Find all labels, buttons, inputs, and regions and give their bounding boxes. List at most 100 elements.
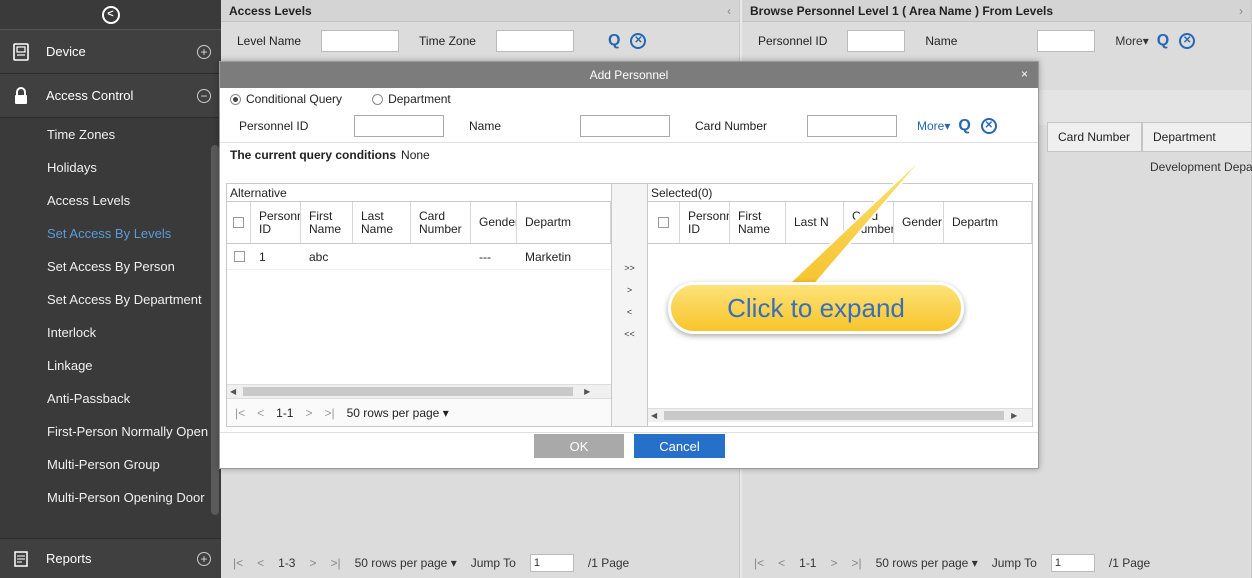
time-zone-input[interactable] bbox=[495, 30, 574, 52]
ok-button[interactable]: OK bbox=[534, 434, 624, 458]
personnel-id-label: Personnel ID bbox=[239, 119, 309, 133]
horizontal-scrollbar[interactable]: ◀ ▶ bbox=[648, 408, 1032, 422]
clear-icon[interactable]: ✕ bbox=[1179, 33, 1196, 49]
rows-per-page-select[interactable]: 50 rows per page ▾ bbox=[347, 406, 449, 420]
sidebar-item-time-zones[interactable]: Time Zones bbox=[0, 118, 221, 151]
cancel-button[interactable]: Cancel bbox=[634, 434, 725, 458]
sidebar-items: Time Zones Holidays Access Levels Set Ac… bbox=[0, 118, 221, 514]
last-page-button[interactable]: >| bbox=[852, 556, 862, 570]
next-page-button[interactable]: > bbox=[309, 556, 316, 570]
scroll-left-icon[interactable]: ◀ bbox=[648, 411, 660, 420]
column-header-personnel-id[interactable]: Personnel ID bbox=[251, 202, 301, 243]
sidebar-scrollbar[interactable] bbox=[211, 145, 219, 515]
expand-icon[interactable]: + bbox=[197, 44, 211, 59]
first-page-button[interactable]: |< bbox=[235, 406, 245, 420]
move-left-button[interactable]: < bbox=[616, 302, 643, 322]
column-header-personnel-id[interactable]: Personnel ID bbox=[680, 202, 730, 243]
column-header-card-number[interactable]: Card Number bbox=[411, 202, 471, 243]
reports-icon bbox=[10, 548, 32, 570]
sidebar-item-first-person-normally-open[interactable]: First-Person Normally Open bbox=[0, 415, 221, 448]
move-all-right-button[interactable]: >> bbox=[616, 258, 643, 278]
search-icon[interactable]: Q bbox=[958, 117, 970, 135]
table-row[interactable]: 1 abc --- Marketing bbox=[227, 244, 611, 270]
rows-per-page-select[interactable]: 50 rows per page ▾ bbox=[355, 556, 457, 570]
column-header-first-name[interactable]: First Name bbox=[730, 202, 786, 243]
prev-page-button[interactable]: < bbox=[778, 556, 785, 570]
column-header-gender[interactable]: Gender bbox=[471, 202, 517, 243]
column-header-department[interactable]: Department bbox=[1142, 122, 1252, 152]
personnel-id-input[interactable] bbox=[354, 115, 444, 137]
dialog-title: Add Personnel bbox=[589, 68, 669, 82]
name-input[interactable] bbox=[1037, 30, 1096, 52]
sidebar-section-label: Device bbox=[46, 44, 86, 59]
column-header-department[interactable]: Departm bbox=[944, 202, 1032, 243]
personnel-id-input[interactable] bbox=[847, 30, 906, 52]
scroll-thumb[interactable] bbox=[243, 387, 574, 396]
page-total: /1 Page bbox=[1108, 556, 1151, 570]
query-mode-group: Conditional Query Department bbox=[220, 88, 1038, 110]
scroll-right-icon[interactable]: ▶ bbox=[1008, 411, 1020, 420]
search-icon[interactable]: Q bbox=[1157, 32, 1169, 50]
close-icon[interactable]: × bbox=[1021, 67, 1028, 81]
sidebar-item-set-access-by-department[interactable]: Set Access By Department bbox=[0, 283, 221, 316]
conditional-query-radio[interactable]: Conditional Query bbox=[230, 92, 342, 106]
chevron-right-icon[interactable]: › bbox=[1239, 4, 1243, 18]
scroll-right-icon[interactable]: ▶ bbox=[581, 387, 593, 396]
last-page-button[interactable]: >| bbox=[325, 406, 335, 420]
clear-icon[interactable]: ✕ bbox=[630, 33, 647, 49]
scroll-thumb[interactable] bbox=[664, 411, 1005, 420]
move-right-button[interactable]: > bbox=[616, 280, 643, 300]
scroll-left-icon[interactable]: ◀ bbox=[227, 387, 239, 396]
column-header-card-number[interactable]: Card Number bbox=[1047, 122, 1142, 152]
prev-page-button[interactable]: < bbox=[257, 556, 264, 570]
sidebar-section-access-control[interactable]: Access Control − bbox=[0, 74, 221, 118]
first-page-button[interactable]: |< bbox=[233, 556, 243, 570]
chevron-left-icon[interactable]: ‹ bbox=[727, 4, 731, 18]
search-icon[interactable]: Q bbox=[608, 32, 620, 50]
select-all-checkbox[interactable] bbox=[648, 202, 680, 243]
page-number-input[interactable]: 1 bbox=[1050, 554, 1095, 572]
next-page-button[interactable]: > bbox=[305, 406, 312, 420]
page-number-input[interactable]: 1 bbox=[529, 554, 574, 572]
row-checkbox[interactable] bbox=[227, 244, 251, 269]
last-page-button[interactable]: >| bbox=[331, 556, 341, 570]
level-name-input[interactable] bbox=[321, 30, 400, 52]
column-header-last-name[interactable]: Last Name bbox=[353, 202, 411, 243]
dialog-buttons: OK Cancel bbox=[220, 432, 1038, 470]
column-header-card-number[interactable]: Card Number bbox=[844, 202, 894, 243]
rows-per-page-select[interactable]: 50 rows per page ▾ bbox=[876, 556, 978, 570]
sidebar-section-reports[interactable]: Reports + bbox=[0, 538, 221, 578]
sidebar-item-access-levels[interactable]: Access Levels bbox=[0, 184, 221, 217]
sidebar-item-linkage[interactable]: Linkage bbox=[0, 349, 221, 382]
column-header-last-name[interactable]: Last N bbox=[786, 202, 844, 243]
sidebar-item-multi-person-opening-door[interactable]: Multi-Person Opening Door bbox=[0, 481, 221, 514]
sidebar-item-multi-person-group[interactable]: Multi-Person Group bbox=[0, 448, 221, 481]
sidebar-item-interlock[interactable]: Interlock bbox=[0, 316, 221, 349]
select-all-checkbox[interactable] bbox=[227, 202, 251, 243]
column-header-first-name[interactable]: First Name bbox=[301, 202, 353, 243]
sidebar-item-set-access-by-levels[interactable]: Set Access By Levels bbox=[0, 217, 221, 250]
cell-gender: --- bbox=[479, 249, 491, 264]
department-radio[interactable]: Department bbox=[372, 92, 451, 106]
collapse-menu-icon[interactable]: < bbox=[101, 5, 120, 24]
move-all-left-button[interactable]: << bbox=[616, 324, 643, 344]
more-button[interactable]: More▾ bbox=[1115, 34, 1148, 48]
horizontal-scrollbar[interactable]: ◀ ▶ bbox=[227, 384, 611, 398]
card-number-input[interactable] bbox=[807, 115, 897, 137]
sidebar-item-anti-passback[interactable]: Anti-Passback bbox=[0, 382, 221, 415]
sidebar-item-holidays[interactable]: Holidays bbox=[0, 151, 221, 184]
sidebar-section-device[interactable]: Device + bbox=[0, 30, 221, 74]
first-page-button[interactable]: |< bbox=[754, 556, 764, 570]
more-button[interactable]: More▾ bbox=[917, 119, 950, 133]
filter-label-level-name: Level Name bbox=[237, 34, 302, 48]
expand-icon[interactable]: + bbox=[197, 551, 211, 566]
jump-to-label: Jump To bbox=[470, 556, 516, 570]
prev-page-button[interactable]: < bbox=[257, 406, 264, 420]
sidebar-item-set-access-by-person[interactable]: Set Access By Person bbox=[0, 250, 221, 283]
column-header-department[interactable]: Departm bbox=[517, 202, 611, 243]
column-header-gender[interactable]: Gender bbox=[894, 202, 944, 243]
collapse-icon[interactable]: − bbox=[197, 88, 211, 103]
next-page-button[interactable]: > bbox=[830, 556, 837, 570]
clear-icon[interactable]: ✕ bbox=[980, 118, 997, 134]
name-input[interactable] bbox=[580, 115, 670, 137]
